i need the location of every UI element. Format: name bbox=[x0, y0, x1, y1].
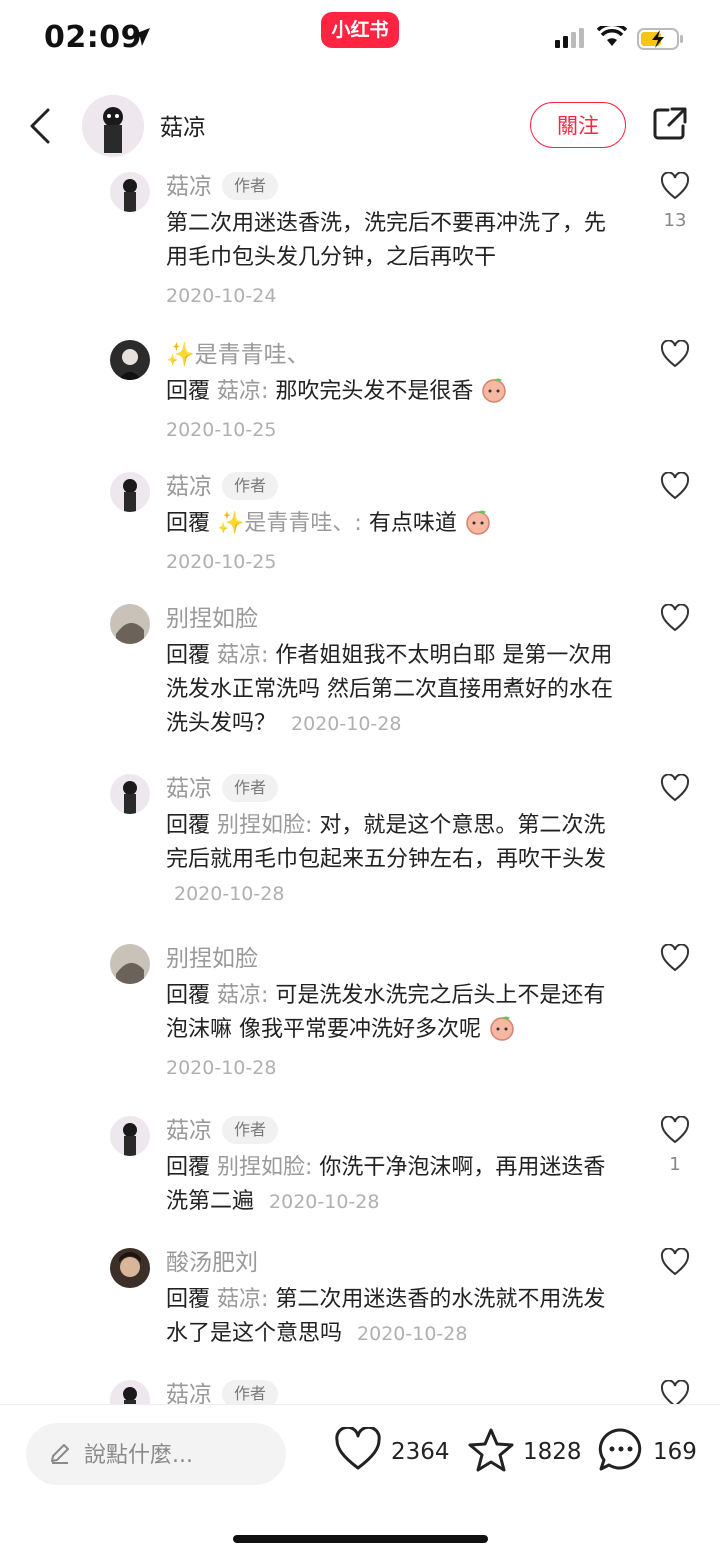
comment-body[interactable]: 回覆 别捏如脸: 你洗干净泡沫啊，再用迷迭香洗第二遍 2020-10-28 bbox=[166, 1151, 621, 1219]
comment-date: 2020-10-28 bbox=[174, 883, 285, 905]
reply-keyword: 回覆 bbox=[166, 379, 211, 404]
like-count: 2364 bbox=[391, 1439, 450, 1465]
commenter-avatar[interactable] bbox=[110, 944, 150, 984]
like-heart-icon[interactable] bbox=[660, 774, 690, 802]
cellular-signal-icon bbox=[555, 28, 584, 48]
comment-text: 有点味道 bbox=[361, 511, 457, 536]
comment-body[interactable]: 回覆 菇凉: 那吹完头发不是很香 2020-10-25 bbox=[166, 375, 621, 447]
comment-body[interactable]: 回覆 别捏如脸: 对，就是这个意思。第二次洗完后就用毛巾包起来五分钟左右，再吹干… bbox=[166, 809, 621, 911]
comment-list: 菇凉 作者 第二次用迷迭香洗，洗完后不要再冲洗了，先用毛巾包头发几分钟，之后再吹干… bbox=[0, 172, 720, 1404]
author-tag: 作者 bbox=[222, 172, 279, 200]
battery-charging-icon bbox=[637, 28, 683, 50]
comment-body[interactable]: 回覆 菇凉: 作者姐姐我不太明白耶 是第一次用洗发水正常洗吗 然后第二次直接用煮… bbox=[166, 639, 621, 741]
commenter-name[interactable]: 菇凉 bbox=[166, 474, 212, 500]
like-count: 1 bbox=[669, 1154, 681, 1175]
comment-date: 2020-10-24 bbox=[166, 285, 277, 307]
author-tag: 作者 bbox=[222, 774, 279, 802]
status-bar: 02:09 小红书 bbox=[0, 0, 720, 80]
bottom-action-bar: 說點什麼... 2364 1828 169 bbox=[0, 1404, 720, 1559]
commenter-avatar[interactable] bbox=[110, 172, 150, 212]
comment-bubble-icon[interactable] bbox=[597, 1427, 645, 1473]
commenter-avatar[interactable] bbox=[110, 1116, 150, 1156]
author-tag: 作者 bbox=[222, 472, 279, 500]
comment-input-placeholder: 說點什麼... bbox=[84, 1443, 193, 1468]
like-heart-icon[interactable] bbox=[660, 944, 690, 972]
comment-count: 169 bbox=[653, 1439, 697, 1465]
peach-emoji-icon bbox=[482, 378, 507, 403]
commenter-avatar[interactable] bbox=[110, 774, 150, 814]
like-heart-icon[interactable] bbox=[660, 1380, 690, 1404]
comment-input[interactable]: 說點什麼... bbox=[26, 1423, 286, 1485]
peach-emoji-icon bbox=[466, 510, 490, 535]
reply-keyword: 回覆 bbox=[166, 983, 211, 1008]
collect-star-icon[interactable] bbox=[467, 1427, 515, 1473]
reply-keyword: 回覆 bbox=[166, 1155, 211, 1180]
commenter-name[interactable]: 酸汤肥刘 bbox=[166, 1250, 258, 1276]
peach-emoji-icon bbox=[490, 1016, 514, 1041]
like-heart-icon[interactable] bbox=[660, 1116, 690, 1144]
like-heart-icon[interactable] bbox=[660, 472, 690, 500]
reply-keyword: 回覆 bbox=[166, 511, 211, 536]
comment-date: 2020-10-28 bbox=[291, 713, 402, 735]
comment-date: 2020-10-25 bbox=[166, 419, 277, 441]
author-avatar[interactable] bbox=[82, 95, 144, 157]
reply-mention[interactable]: 菇凉: bbox=[217, 983, 268, 1008]
reply-mention[interactable]: 菇凉: bbox=[217, 379, 268, 404]
reply-mention[interactable]: 菇凉: bbox=[217, 1287, 268, 1312]
like-heart-icon[interactable] bbox=[334, 1427, 382, 1471]
author-tag: 作者 bbox=[222, 1380, 279, 1404]
comment-body[interactable]: 回覆 ✨是青青哇、: 有点味道 2020-10-25 bbox=[166, 507, 621, 579]
commenter-name[interactable]: 菇凉 bbox=[166, 1118, 212, 1144]
commenter-name[interactable]: ✨是青青哇、 bbox=[166, 342, 310, 368]
like-heart-icon[interactable] bbox=[660, 172, 690, 200]
brand-logo: 小红书 bbox=[321, 12, 399, 48]
collect-count: 1828 bbox=[523, 1439, 582, 1465]
commenter-avatar[interactable] bbox=[110, 340, 150, 380]
reply-mention[interactable]: ✨是青青哇、: bbox=[217, 511, 362, 536]
like-heart-icon[interactable] bbox=[660, 1248, 690, 1276]
follow-button[interactable]: 關注 bbox=[530, 102, 626, 148]
commenter-name[interactable]: 菇凉 bbox=[166, 1382, 212, 1404]
reply-keyword: 回覆 bbox=[166, 643, 211, 668]
comment-text: 第二次用迷迭香洗，洗完后不要再冲洗了，先用毛巾包头发几分钟，之后再吹干 bbox=[166, 211, 607, 270]
comment-body[interactable]: 回覆 菇凉: 可是洗发水洗完之后头上不是还有泡沫嘛 像我平常要冲洗好多次呢 20… bbox=[166, 979, 621, 1085]
commenter-avatar[interactable] bbox=[110, 472, 150, 512]
like-heart-icon[interactable] bbox=[660, 340, 690, 368]
comment-date: 2020-10-28 bbox=[269, 1191, 380, 1213]
commenter-name[interactable]: 菇凉 bbox=[166, 174, 212, 200]
status-time: 02:09 bbox=[44, 20, 142, 55]
commenter-name[interactable]: 菇凉 bbox=[166, 776, 212, 802]
reply-keyword: 回覆 bbox=[166, 813, 211, 838]
comment-body[interactable]: 第二次用迷迭香洗，洗完后不要再冲洗了，先用毛巾包头发几分钟，之后再吹干 2020… bbox=[166, 207, 621, 313]
comment-date: 2020-10-28 bbox=[166, 1057, 277, 1079]
commenter-avatar[interactable] bbox=[110, 1248, 150, 1288]
reply-mention[interactable]: 别捏如脸: bbox=[217, 1155, 312, 1180]
comment-date: 2020-10-28 bbox=[357, 1323, 468, 1345]
location-arrow-icon bbox=[132, 28, 150, 46]
profile-header: 菇凉 關注 bbox=[0, 80, 720, 172]
comment-date: 2020-10-25 bbox=[166, 551, 277, 573]
commenter-avatar[interactable] bbox=[110, 604, 150, 644]
author-tag: 作者 bbox=[222, 1116, 279, 1144]
home-indicator[interactable] bbox=[233, 1535, 488, 1543]
commenter-avatar[interactable] bbox=[110, 1380, 150, 1404]
like-count: 13 bbox=[663, 210, 687, 231]
author-nickname[interactable]: 菇凉 bbox=[160, 108, 206, 142]
wifi-icon bbox=[597, 26, 627, 46]
like-heart-icon[interactable] bbox=[660, 604, 690, 632]
reply-mention[interactable]: 菇凉: bbox=[217, 643, 268, 668]
comment-body[interactable]: 回覆 菇凉: 第二次用迷迭香的水洗就不用洗发水了是这个意思吗 2020-10-2… bbox=[166, 1283, 621, 1351]
commenter-name[interactable]: 别捏如脸 bbox=[166, 606, 258, 632]
comment-text: 那吹完头发不是很香 bbox=[268, 379, 474, 404]
commenter-name[interactable]: 别捏如脸 bbox=[166, 946, 258, 972]
reply-mention[interactable]: 别捏如脸: bbox=[217, 813, 312, 838]
reply-keyword: 回覆 bbox=[166, 1287, 211, 1312]
share-icon[interactable] bbox=[652, 106, 688, 142]
back-chevron-icon[interactable] bbox=[28, 106, 52, 146]
pencil-icon bbox=[51, 1444, 69, 1464]
